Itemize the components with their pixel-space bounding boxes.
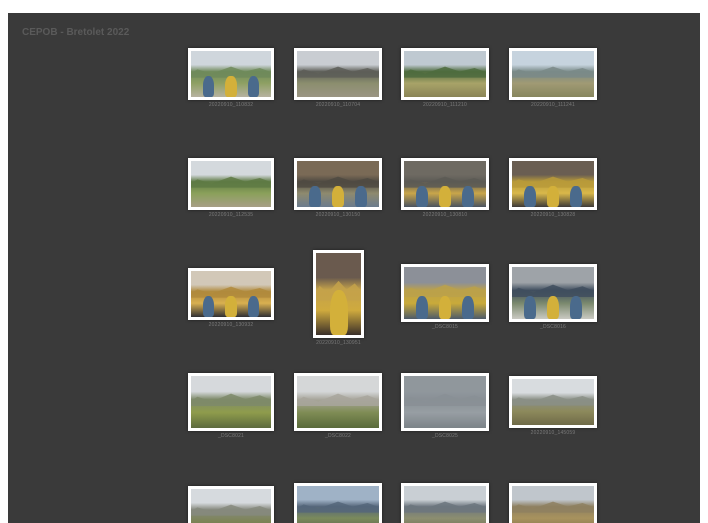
thumbnail-frame [188, 158, 274, 210]
thumbnail-frame [294, 373, 382, 431]
photo-thumbnail[interactable]: _DSC8021 [188, 373, 274, 439]
photo-thumbnail[interactable] [188, 486, 274, 523]
photo-thumbnail[interactable] [401, 483, 489, 523]
thumbnail-photo [297, 161, 379, 207]
photo-thumbnail[interactable]: 20220910_110704 [294, 48, 382, 108]
thumbnail-caption: 20220910_130828 [530, 212, 576, 218]
thumbnail-photo [316, 253, 361, 335]
photo-thumbnail[interactable]: _DSC8025 [401, 373, 489, 439]
photo-thumbnail[interactable]: 20220910_130150 [294, 158, 382, 218]
thumbnail-frame [401, 48, 489, 100]
thumbnail-caption: _DSC8025 [431, 433, 459, 439]
thumbnail-photo [404, 376, 486, 428]
thumbnail-photo [191, 271, 271, 317]
photo-thumbnail[interactable]: 20220910_145059 [509, 376, 597, 436]
thumbnail-caption: _DSC8022 [324, 433, 352, 439]
thumbnail-frame [294, 48, 382, 100]
thumbnail-frame [188, 48, 274, 100]
thumbnail-caption: 20220910_111210 [423, 102, 467, 108]
photo-thumbnail[interactable]: 20220910_130951 [313, 250, 364, 346]
thumbnail-photo [512, 486, 594, 523]
photo-thumbnail[interactable]: _DSC8022 [294, 373, 382, 439]
photo-thumbnail[interactable]: 20220910_130932 [188, 268, 274, 328]
thumbnail-photo [297, 51, 379, 97]
thumbnail-frame [509, 158, 597, 210]
thumbnail-photo [191, 489, 271, 523]
thumbnail-photo [512, 267, 594, 319]
thumbnail-frame [401, 158, 489, 210]
photo-thumbnail[interactable]: 20220910_111241 [509, 48, 597, 108]
photo-thumbnail[interactable]: 20220910_130828 [509, 158, 597, 218]
thumbnail-frame [313, 250, 364, 338]
photo-thumbnail[interactable]: 20220910_110832 [188, 48, 274, 108]
thumbnail-photo [404, 51, 486, 97]
thumbnail-photo [512, 379, 594, 425]
photo-thumbnail[interactable]: 20220910_111210 [401, 48, 489, 108]
photo-thumbnail[interactable] [294, 483, 382, 523]
thumbnail-frame [509, 483, 597, 523]
thumbnail-photo [404, 486, 486, 523]
thumbnail-photo [191, 376, 271, 428]
thumbnail-frame [294, 483, 382, 523]
thumbnail-photo [404, 161, 486, 207]
thumbnail-caption: 20220910_130932 [208, 322, 254, 328]
thumbnail-photo [297, 486, 379, 523]
thumbnail-caption: 20220910_130150 [315, 212, 361, 218]
thumbnail-caption: _DSC8021 [217, 433, 245, 439]
thumbnail-frame [509, 264, 597, 322]
photo-thumbnail[interactable]: _DSC8015 [401, 264, 489, 330]
thumbnail-photo [512, 51, 594, 97]
thumbnail-frame [188, 486, 274, 523]
thumbnail-caption: _DSC8016 [539, 324, 567, 330]
thumbnail-frame [294, 158, 382, 210]
photo-thumbnail[interactable]: _DSC8016 [509, 264, 597, 330]
thumbnail-caption: 20220910_112535 [208, 212, 254, 218]
thumbnail-frame [509, 376, 597, 428]
thumbnail-caption: 20220910_130951 [316, 340, 361, 346]
thumbnail-photo [297, 376, 379, 428]
thumbnail-caption: 20220910_145059 [530, 430, 576, 436]
photo-thumbnail[interactable]: 20220910_130810 [401, 158, 489, 218]
thumbnail-frame [188, 268, 274, 320]
photo-thumbnail[interactable]: 20220910_112535 [188, 158, 274, 218]
thumbnail-frame [188, 373, 274, 431]
thumbnail-photo [512, 161, 594, 207]
thumbnail-frame [401, 373, 489, 431]
thumbnail-caption: 20220910_110704 [315, 102, 361, 108]
thumbnail-caption: _DSC8015 [431, 324, 459, 330]
thumbnail-photo [191, 51, 271, 97]
thumbnail-caption: 20220910_111241 [531, 102, 575, 108]
page-title: CEPOB - Bretolet 2022 [22, 27, 130, 38]
thumbnail-frame [401, 483, 489, 523]
thumbnail-caption: 20220910_130810 [422, 212, 468, 218]
thumbnail-photo [404, 267, 486, 319]
thumbnail-photo [191, 161, 271, 207]
thumbnail-frame [509, 48, 597, 100]
photo-thumbnail[interactable] [509, 483, 597, 523]
thumbnail-caption: 20220910_110832 [208, 102, 254, 108]
gallery-page: CEPOB - Bretolet 2022 20220910_110832 202… [8, 13, 700, 523]
thumbnail-frame [401, 264, 489, 322]
